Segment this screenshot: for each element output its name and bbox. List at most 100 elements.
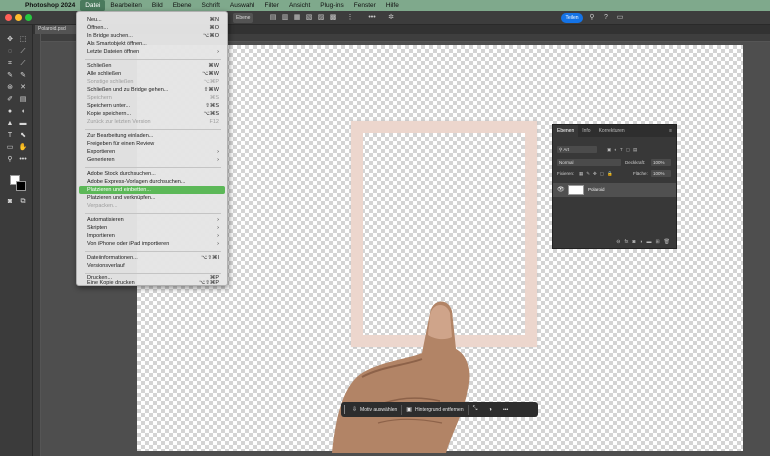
- transform-button[interactable]: ⤡: [469, 404, 485, 415]
- align-right-icon[interactable]: ▦: [292, 13, 302, 23]
- menu-item-als-smartobjekt-oeffnen[interactable]: Als Smartobjekt öffnen...: [79, 40, 225, 48]
- crop-tool-icon[interactable]: ⌗: [5, 59, 15, 69]
- opacity-input[interactable]: 100%: [651, 159, 671, 166]
- path-select-tool-icon[interactable]: ⬉: [18, 131, 28, 141]
- menu-item-importieren[interactable]: Importieren ›: [79, 232, 225, 240]
- menu-plugins[interactable]: Plug-ins: [315, 0, 348, 11]
- fill-input[interactable]: 100%: [651, 170, 671, 177]
- menu-item-dateiinformationen[interactable]: Dateiinformationen... ⌥⇧⌘I: [79, 254, 225, 262]
- menu-item-generieren[interactable]: Generieren ›: [79, 156, 225, 164]
- blur-tool-icon[interactable]: ●: [5, 107, 15, 117]
- menu-item-skripten[interactable]: Skripten ›: [79, 224, 225, 232]
- taskbar-more-button[interactable]: •••: [499, 404, 512, 415]
- menu-photoshop[interactable]: Photoshop 2024: [20, 0, 80, 11]
- menu-item-exportieren[interactable]: Exportieren ›: [79, 148, 225, 156]
- align-center-icon[interactable]: ▥: [280, 13, 290, 23]
- group-folder-icon[interactable]: ▬: [646, 239, 651, 245]
- hand-tool-icon[interactable]: ✋: [18, 143, 28, 153]
- adjustment-button[interactable]: ◑: [484, 404, 499, 415]
- quick-mask-icon[interactable]: ◙: [5, 197, 15, 207]
- lock-icons[interactable]: ▦✎✥▢🔒: [579, 169, 616, 178]
- rectangle-tool-icon[interactable]: ▭: [5, 143, 15, 153]
- adjustment-layer-icon[interactable]: ◑: [639, 239, 642, 245]
- workspace-icon[interactable]: ▭: [615, 13, 625, 23]
- zoom-tool-icon[interactable]: ⚲: [5, 155, 15, 165]
- artboard-tool-icon[interactable]: ⬚: [18, 35, 28, 45]
- brush-tool-icon[interactable]: ✎: [18, 71, 28, 81]
- blend-mode-select[interactable]: Normal: [557, 159, 621, 166]
- type-tool-icon[interactable]: T: [5, 131, 15, 141]
- menu-item-von-iphone-importieren[interactable]: Von iPhone oder iPad importieren ›: [79, 240, 225, 248]
- menu-item-kopie-drucken[interactable]: Eine Kopie drucken ⌥⇧⌘P: [79, 280, 225, 286]
- history-brush-icon[interactable]: ✕: [18, 83, 28, 93]
- shape-tool-icon[interactable]: ▬: [18, 119, 28, 129]
- gradient-tool-icon[interactable]: ▤: [18, 95, 28, 105]
- menu-item-automatisieren[interactable]: Automatisieren ›: [79, 216, 225, 224]
- dodge-tool-icon[interactable]: ◖: [18, 107, 28, 117]
- menu-auswahl[interactable]: Auswahl: [225, 0, 260, 11]
- layer-item-polaroid[interactable]: 👁 Polaroid: [553, 183, 676, 197]
- menu-item-zur-bearbeitung-einladen[interactable]: Zur Bearbeitung einladen...: [79, 132, 225, 140]
- more-tools-icon[interactable]: •••: [18, 155, 28, 165]
- menu-ansicht[interactable]: Ansicht: [284, 0, 315, 11]
- menu-item-kopie-speichern[interactable]: Kopie speichern... ⌥⌘S: [79, 110, 225, 118]
- healing-brush-icon[interactable]: ✎: [5, 71, 15, 81]
- share-button[interactable]: Teilen: [561, 13, 583, 23]
- screen-mode-icon[interactable]: ⧉: [18, 197, 28, 207]
- menu-item-adobe-stock[interactable]: Adobe Stock durchsuchen...: [79, 170, 225, 178]
- search-icon[interactable]: ⚲: [587, 13, 597, 23]
- menu-fenster[interactable]: Fenster: [349, 0, 381, 11]
- visibility-eye-icon[interactable]: 👁: [557, 186, 565, 193]
- remove-background-button[interactable]: ▣ Hintergrund entfernen: [402, 404, 467, 415]
- eraser-tool-icon[interactable]: ✐: [5, 95, 15, 105]
- new-layer-icon[interactable]: ⊞: [655, 239, 659, 245]
- distribute-icon[interactable]: ⋮: [345, 13, 355, 23]
- menu-ebene[interactable]: Ebene: [168, 0, 197, 11]
- menu-datei[interactable]: Datei: [80, 0, 106, 11]
- align-middle-icon[interactable]: ▨: [316, 13, 326, 23]
- menu-bild[interactable]: Bild: [147, 0, 168, 11]
- stamp-tool-icon[interactable]: ⊛: [5, 83, 15, 93]
- menu-item-platzieren-verknuepfen[interactable]: Platzieren und verknüpfen...: [79, 194, 225, 202]
- layer-kind-filter[interactable]: ⚲ Art: [557, 146, 597, 153]
- lasso-tool-icon[interactable]: ◌: [5, 47, 15, 57]
- menu-item-letzte-dateien-oeffnen[interactable]: Letzte Dateien öffnen ›: [79, 48, 225, 56]
- select-subject-button[interactable]: ⇩ Motiv auswählen: [348, 404, 401, 415]
- layer-effects-icon[interactable]: fx: [624, 239, 628, 245]
- menu-schrift[interactable]: Schrift: [197, 0, 225, 11]
- tab-ebenen[interactable]: Ebenen: [553, 125, 579, 137]
- menu-item-alle-schliessen[interactable]: Alle schließen ⌥⌘W: [79, 70, 225, 78]
- align-bottom-icon[interactable]: ▩: [328, 13, 338, 23]
- menu-filter[interactable]: Filter: [260, 0, 284, 11]
- help-icon[interactable]: ?: [601, 13, 611, 23]
- more-options-icon[interactable]: •••: [367, 13, 377, 23]
- delete-layer-icon[interactable]: 🗑: [664, 239, 670, 245]
- menu-item-freigeben-review[interactable]: Freigeben für einen Review: [79, 140, 225, 148]
- menu-bearbeiten[interactable]: Bearbeiten: [105, 0, 146, 11]
- link-layers-icon[interactable]: ⊖: [616, 239, 620, 245]
- object-select-tool-icon[interactable]: ⟋: [18, 47, 28, 57]
- menu-item-oeffnen[interactable]: Öffnen... ⌘O: [79, 24, 225, 32]
- align-top-icon[interactable]: ▧: [304, 13, 314, 23]
- settings-gear-icon[interactable]: ✲: [386, 13, 396, 23]
- tab-korrekturen[interactable]: Korrekturen: [595, 125, 629, 137]
- background-color-swatch[interactable]: [16, 181, 26, 191]
- tab-info[interactable]: Info: [578, 125, 594, 137]
- move-tool-icon[interactable]: ✥: [5, 35, 15, 45]
- menu-item-speichern-unter[interactable]: Speichern unter... ⇧⌘S: [79, 102, 225, 110]
- panel-menu-icon[interactable]: ≡: [669, 128, 676, 134]
- menu-item-schliessen[interactable]: Schließen ⌘W: [79, 62, 225, 70]
- layer-mask-icon[interactable]: ◙: [632, 239, 635, 245]
- menu-item-in-bridge-suchen[interactable]: In Bridge suchen... ⌥⌘O: [79, 32, 225, 40]
- menu-item-schliessen-bridge[interactable]: Schließen und zu Bridge gehen... ⇧⌘W: [79, 86, 225, 94]
- align-left-icon[interactable]: ▤: [268, 13, 278, 23]
- menu-item-versionsverlauf[interactable]: Versionsverlauf: [79, 262, 225, 270]
- auto-select-dropdown[interactable]: Ebene: [233, 13, 254, 23]
- menu-hilfe[interactable]: Hilfe: [381, 0, 404, 11]
- menu-item-neu[interactable]: Neu... ⌘N: [79, 16, 225, 24]
- eyedropper-tool-icon[interactable]: ⟋: [18, 59, 28, 69]
- layer-filter-icons[interactable]: ▣◐T▢▤: [607, 145, 640, 154]
- pen-tool-icon[interactable]: ▲: [5, 119, 15, 129]
- document-tab[interactable]: Polaroid.psd: [35, 25, 77, 34]
- menu-item-adobe-express[interactable]: Adobe Express-Vorlagen durchsuchen...: [79, 178, 225, 186]
